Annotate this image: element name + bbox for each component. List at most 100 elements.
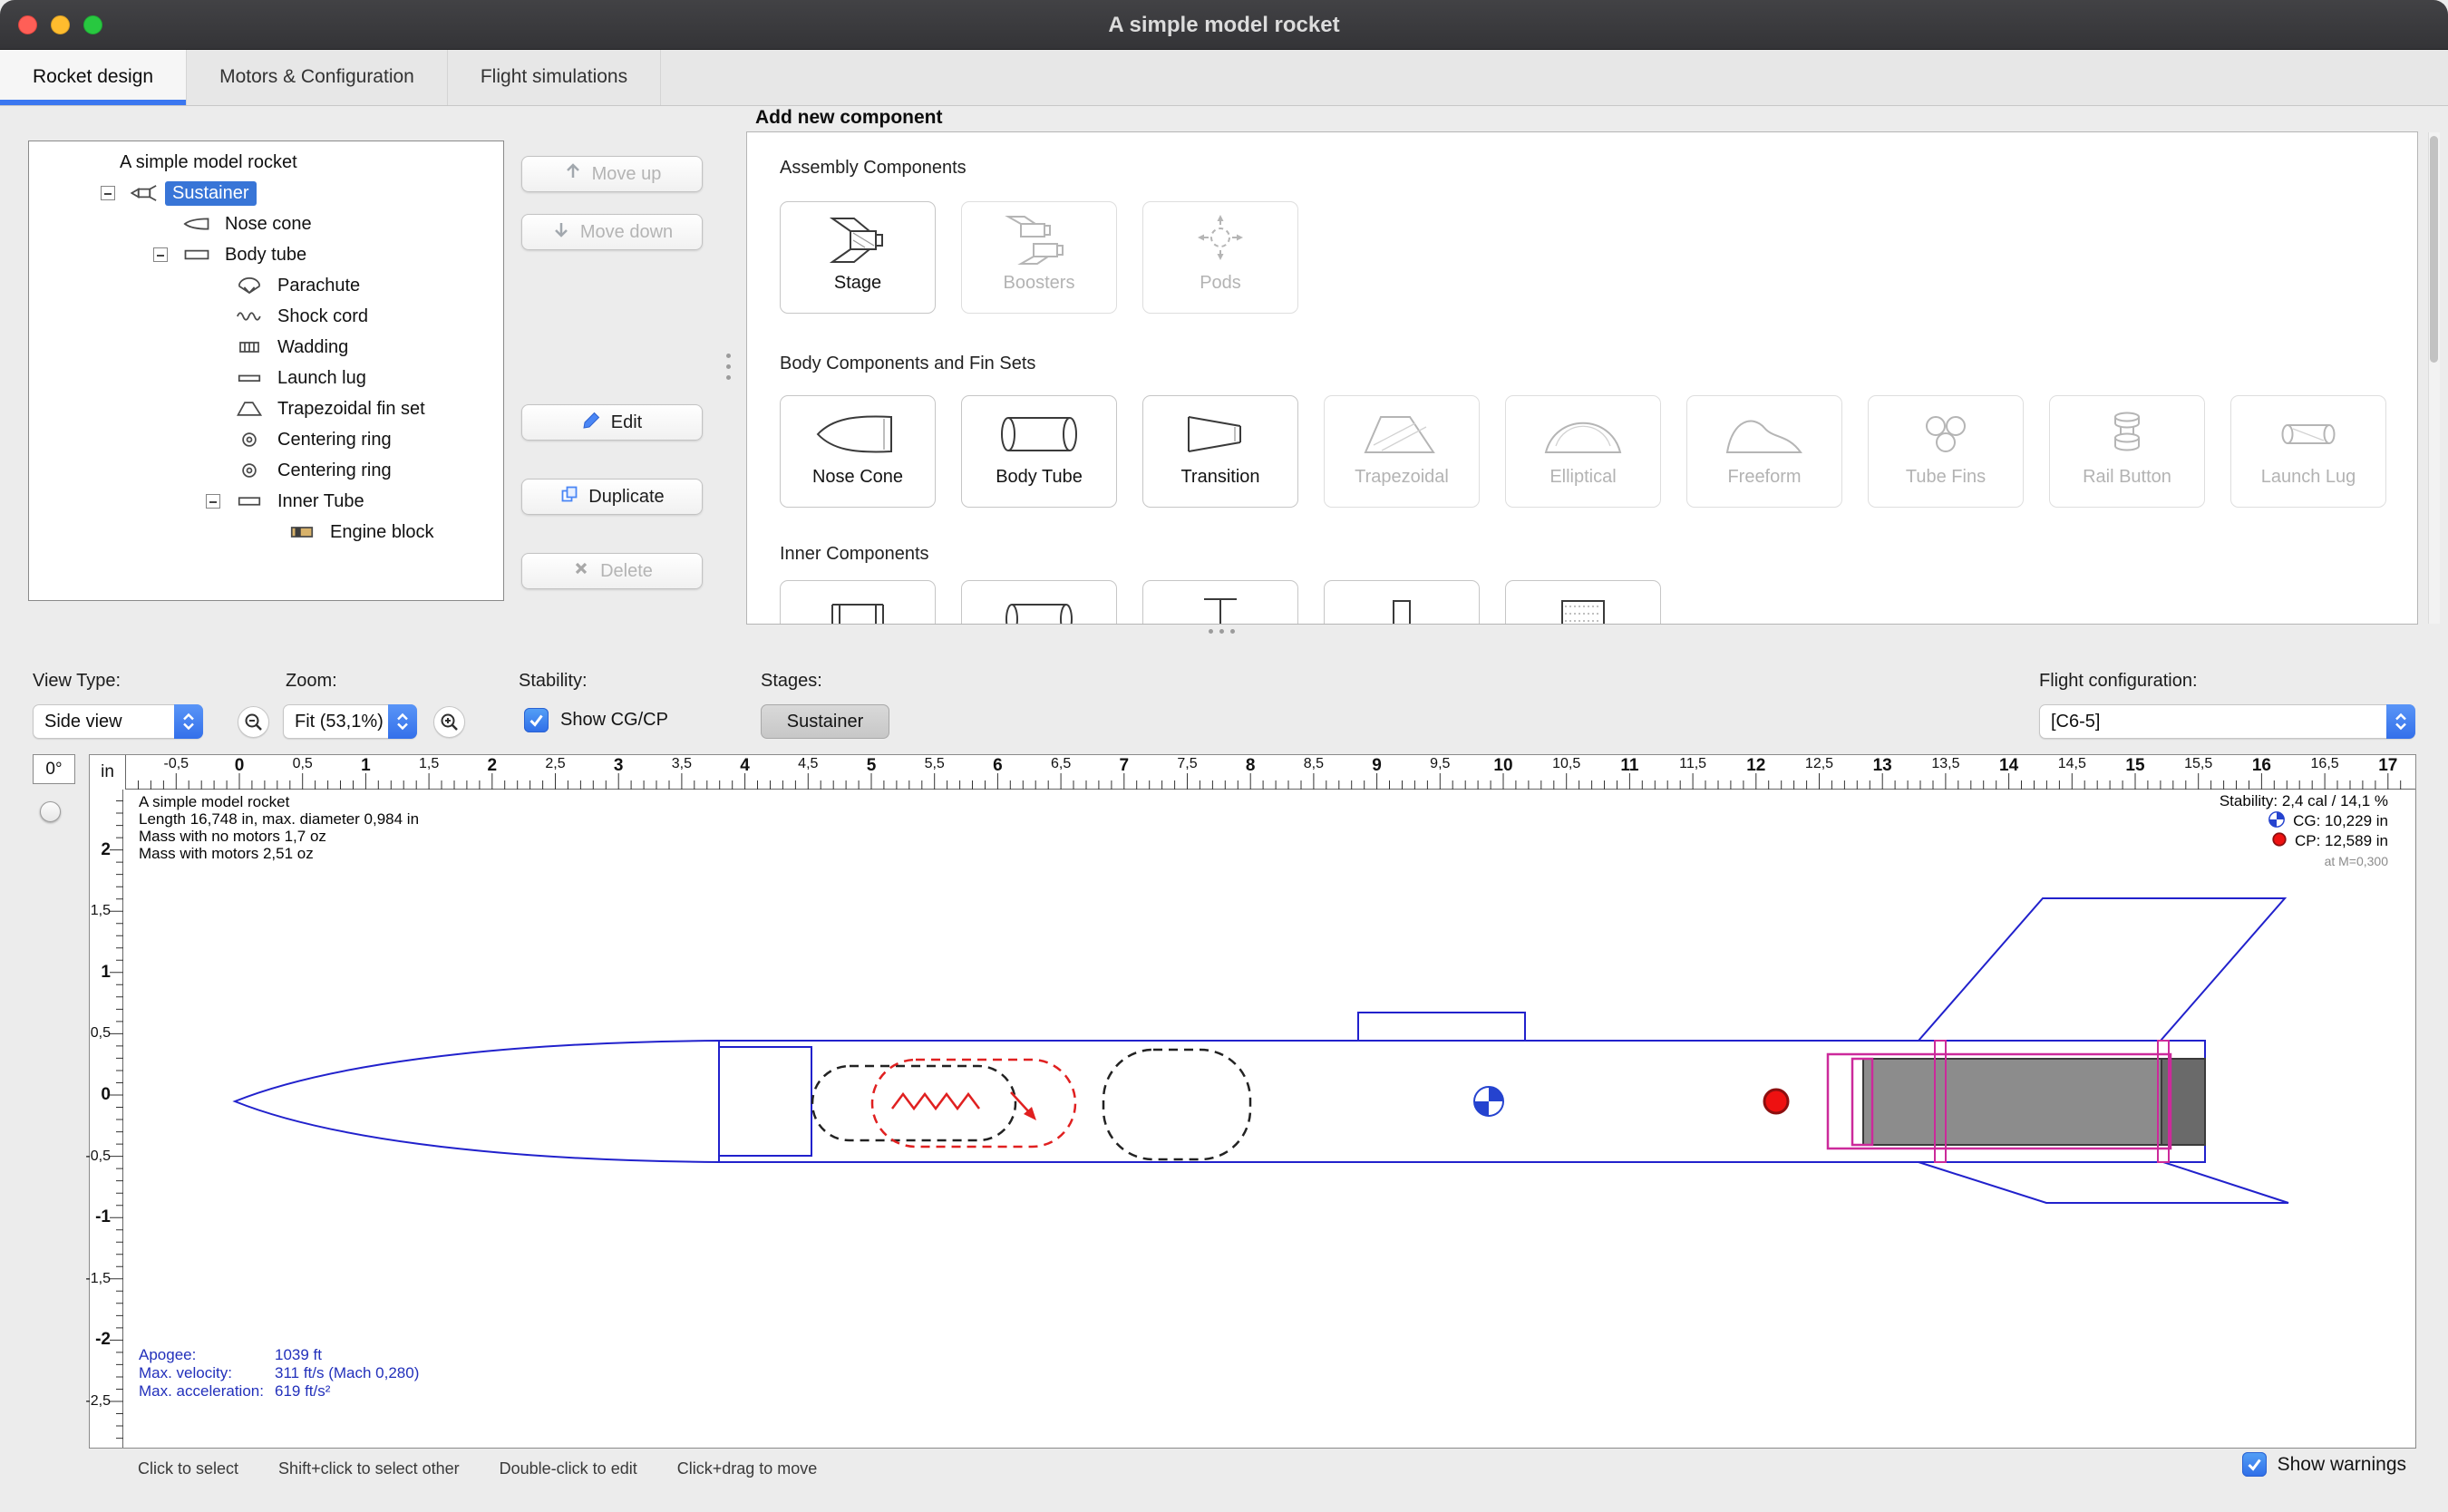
add-inner-e-button[interactable] — [1505, 580, 1661, 625]
h-ruler-label: 13 — [1873, 756, 1892, 776]
tree-item-centering-ring[interactable]: Centering ring — [29, 455, 503, 486]
freeform-icon — [1719, 407, 1810, 466]
cg-marker — [1474, 1087, 1503, 1116]
add-stage-button[interactable]: Stage — [780, 201, 936, 314]
add-inner-b-button[interactable] — [961, 580, 1117, 625]
h-ruler-label: 5 — [867, 756, 877, 776]
view-type-select[interactable]: Side view — [33, 704, 203, 739]
tree-item-sustainer[interactable]: Sustainer — [29, 178, 503, 208]
shock-cord-arrowhead — [1024, 1107, 1036, 1120]
vertical-splitter-handle[interactable] — [726, 354, 731, 380]
elliptical-icon — [1538, 407, 1628, 466]
h-ruler-label: 2 — [488, 756, 498, 776]
component-tree: A simple model rocketSustainer Nose cone B… — [29, 147, 503, 548]
add-launch-lug-button: Launch Lug — [2230, 395, 2386, 508]
add-inner-d-button[interactable] — [1324, 580, 1480, 625]
zoom-out-button[interactable] — [238, 706, 269, 738]
h-ruler-label: 3 — [614, 756, 624, 776]
zoom-label: Zoom: — [286, 671, 337, 692]
tree-expander-icon[interactable] — [92, 186, 123, 200]
tree-item-parachute[interactable]: Parachute — [29, 270, 503, 301]
show-cgcp-label: Show CG/CP — [560, 710, 668, 731]
mach-note: at M=0,300 — [2325, 854, 2388, 868]
tab-rocket-design[interactable]: Rocket design — [0, 50, 187, 105]
tube-fins-icon — [1900, 407, 1991, 466]
h-ruler-label: 10,5 — [1552, 756, 1580, 772]
tree-item-body-tube[interactable]: Body tube — [29, 239, 503, 270]
centering-ring-front — [1935, 1041, 1946, 1162]
flight-configuration-select[interactable]: [C6-5] — [2039, 704, 2415, 739]
zoom-in-button[interactable] — [433, 706, 465, 738]
button-label: Move up — [592, 164, 662, 185]
add-freeform-button: Freeform — [1686, 395, 1842, 508]
v-ruler-label: 1,5 — [91, 903, 111, 919]
h-ruler-label: 7,5 — [1177, 756, 1197, 772]
engine-block-outline — [1852, 1059, 1872, 1145]
add-transition-button[interactable]: Transition — [1142, 395, 1298, 508]
tree-item-inner-tube[interactable]: Inner Tube — [29, 486, 503, 517]
tree-item-wadding[interactable]: Wadding — [29, 332, 503, 363]
tree-item-launch-lug[interactable]: Launch lug — [29, 363, 503, 393]
add-nose-cone-button[interactable]: Nose Cone — [780, 395, 936, 508]
stage-toggle-sustainer[interactable]: Sustainer — [761, 704, 889, 739]
hint-shift-click-to-select-other: Shift+click to select other — [278, 1459, 460, 1478]
tree-expander-icon[interactable] — [198, 494, 228, 509]
h-ruler-label: 9 — [1372, 756, 1382, 776]
cg-value: CG: 10,229 in — [2293, 812, 2388, 830]
edit-button[interactable]: Edit — [521, 404, 703, 441]
tree-item-label: Body tube — [218, 243, 314, 267]
tree-item-trapezoidal-fin-set[interactable]: Trapezoidal fin set — [29, 393, 503, 424]
add-component-title: Add new component — [755, 107, 943, 129]
horizontal-splitter-handle[interactable] — [1209, 629, 1235, 634]
tree-item-label: Nose cone — [218, 212, 319, 237]
boosters-icon — [994, 213, 1084, 272]
inner-b-icon — [994, 592, 1084, 625]
trapezoidal-icon — [1356, 407, 1447, 466]
tile-label: Body Tube — [996, 467, 1083, 488]
tree-item-nose-cone[interactable]: Nose cone — [29, 208, 503, 239]
launch-lug-icon — [228, 369, 270, 387]
flight-stat-value: 619 ft/s² — [275, 1382, 330, 1401]
duplicate-button[interactable]: Duplicate — [521, 479, 703, 515]
rocket-diagram-canvas[interactable]: -0,500,511,522,533,544,555,566,577,588,5… — [89, 754, 2416, 1449]
show-warnings-checkbox[interactable] — [2242, 1452, 2267, 1477]
tile-label: Rail Button — [2083, 467, 2171, 488]
stability-info-block: Stability: 2,4 cal / 14,1 % CG: 10,229 i… — [2220, 791, 2388, 871]
h-ruler-label: 11 — [1620, 756, 1638, 776]
flight-configuration-value: [C6-5] — [2040, 712, 2386, 732]
inner-d-icon — [1356, 592, 1447, 625]
h-ruler-label: 8 — [1246, 756, 1256, 776]
add-rail-button-button: Rail Button — [2049, 395, 2205, 508]
v-ruler-label: 2 — [101, 840, 111, 860]
h-ruler-label: -0,5 — [164, 756, 189, 772]
hint-click-to-select: Click to select — [138, 1459, 238, 1478]
add-inner-a-button[interactable] — [780, 580, 936, 625]
scrollbar-thumb[interactable] — [2430, 136, 2438, 363]
move-up-button[interactable]: Move up — [521, 156, 703, 192]
tree-item-engine-block[interactable]: Engine block — [29, 517, 503, 548]
add-body-tube-button[interactable]: Body Tube — [961, 395, 1117, 508]
show-cgcp-checkbox[interactable] — [524, 708, 549, 732]
zoom-select[interactable]: Fit (53,1%) — [283, 704, 417, 739]
show-warnings-toggle: Show warnings — [2242, 1452, 2406, 1477]
h-ruler-label: 2,5 — [545, 756, 565, 772]
tree-item-centering-ring[interactable]: Centering ring — [29, 424, 503, 455]
tree-item-label: Inner Tube — [270, 489, 372, 514]
h-ruler-label: 13,5 — [1931, 756, 1959, 772]
parachute-outline — [812, 1066, 1015, 1140]
tab-flight-simulations[interactable]: Flight simulations — [448, 50, 661, 105]
cp-icon — [2271, 831, 2288, 852]
tab-motors-configuration[interactable]: Motors & Configuration — [187, 50, 448, 105]
chevron-up-down-icon — [174, 704, 203, 739]
tree-item-a-simple-model-rocket[interactable]: A simple model rocket — [29, 147, 503, 178]
tree-expander-icon[interactable] — [145, 247, 176, 262]
pencil-icon — [582, 410, 602, 435]
tree-item-shock-cord[interactable]: Shock cord — [29, 301, 503, 332]
delete-button[interactable]: Delete — [521, 553, 703, 589]
add-inner-c-button[interactable] — [1142, 580, 1298, 625]
rotation-slider-knob[interactable] — [40, 801, 61, 822]
tile-label: Pods — [1200, 273, 1241, 294]
inner-tube-outline — [1828, 1054, 2171, 1149]
view-type-label: View Type: — [33, 671, 121, 692]
move-down-button[interactable]: Move down — [521, 214, 703, 250]
